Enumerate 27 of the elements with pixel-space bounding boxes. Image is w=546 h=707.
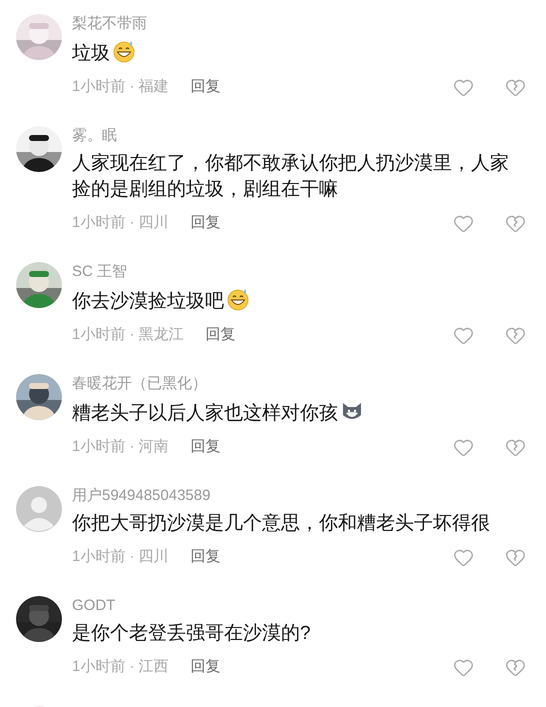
- comment-text: 人家现在红了，你都不敢承认你把人扔沙漠里，人家捡的是剧组的垃圾，剧组在干嘛: [72, 152, 510, 202]
- username[interactable]: 用户5949485043589: [72, 486, 210, 506]
- reply-link[interactable]: 回复: [206, 324, 236, 346]
- timestamp-location: 1小时前 · 江西: [72, 656, 169, 677]
- reply-link[interactable]: 回复: [190, 656, 221, 678]
- timestamp-location: 1小时前 · 河南: [72, 436, 169, 457]
- comment-text: 你把大哥扔沙漠是几个意思，你和糟老头子坏得很: [72, 512, 491, 536]
- comment-text: 糟老头子以后人家也这样对你孩: [72, 399, 526, 427]
- comment-text: 垃圾: [72, 39, 526, 67]
- reply-link[interactable]: 回复: [190, 546, 221, 568]
- timestamp-location: 1小时前 · 四川: [72, 546, 169, 567]
- comment-text: 你去沙漠捡垃圾吧: [72, 287, 526, 315]
- reply-link[interactable]: 回复: [190, 212, 221, 234]
- grinning-sweat-emoji-icon: [112, 39, 136, 63]
- grinning-sweat-emoji-icon: [226, 287, 250, 311]
- reply-link[interactable]: 回复: [190, 76, 221, 98]
- reply-link[interactable]: 回复: [190, 436, 221, 458]
- username[interactable]: SC 王智: [72, 262, 128, 282]
- username[interactable]: 梨花不带雨: [72, 14, 147, 34]
- username[interactable]: GODT: [72, 596, 116, 616]
- timestamp-location: 1小时前 · 四川: [72, 212, 169, 233]
- avatar-icon[interactable]: [16, 486, 62, 532]
- username[interactable]: 春暖花开（已黑化）: [72, 374, 207, 394]
- comment-text: 是你个老登丢强哥在沙漠的?: [72, 622, 312, 646]
- username[interactable]: 雾。眠: [72, 126, 117, 146]
- timestamp-location: 1小时前 · 黑龙江: [72, 324, 184, 345]
- timestamp-location: 1小时前 · 福建: [72, 76, 169, 97]
